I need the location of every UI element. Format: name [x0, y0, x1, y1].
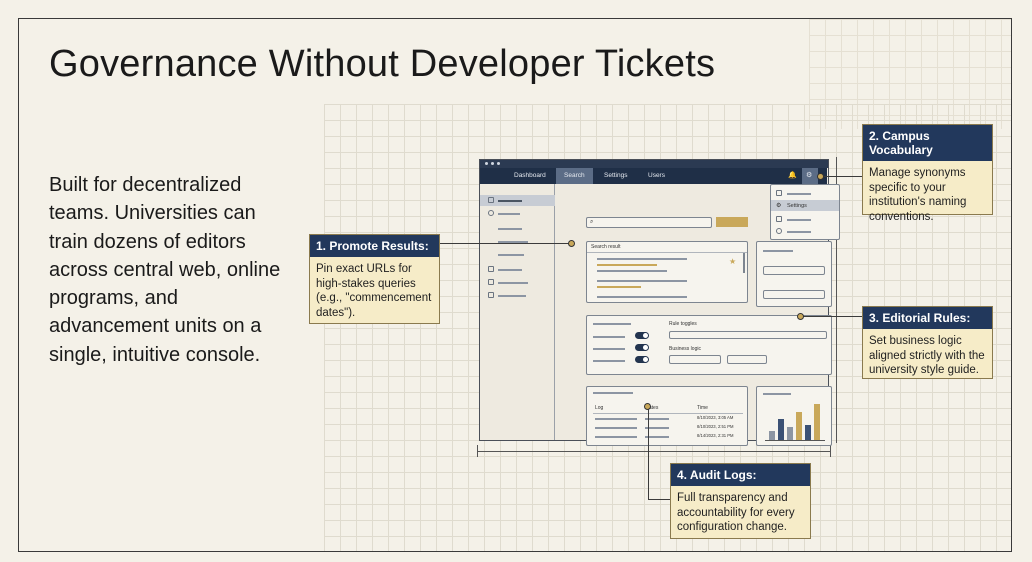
dropdown-item-settings-label: Settings — [787, 203, 807, 209]
side-panel — [756, 241, 832, 307]
gear-icon[interactable]: ⚙ — [802, 168, 818, 184]
connector-line — [648, 499, 670, 500]
audit-log-panel: Log Gates Time 8/10/2023, 3:05 AM 8/10/2… — [586, 386, 748, 446]
sidebar — [480, 184, 555, 440]
bell-icon[interactable]: 🔔 — [788, 171, 797, 179]
dimension-line — [477, 451, 831, 452]
callout-title: 3. Editorial Rules: — [863, 307, 992, 329]
connector-pin — [797, 313, 804, 320]
callout-body: Set business logic aligned strictly with… — [869, 335, 985, 376]
background-grid-corner — [809, 19, 1011, 129]
callout-body: Full transparency and accountability for… — [677, 492, 795, 533]
rule-input[interactable] — [669, 331, 827, 339]
search-result-label: Search result — [591, 244, 621, 250]
settings-dropdown: ⚙ Settings — [770, 184, 840, 240]
chart-bar — [814, 403, 820, 440]
star-icon[interactable]: ★ — [729, 257, 736, 266]
home-icon — [488, 197, 494, 203]
search-icon[interactable] — [488, 210, 494, 216]
connector-pin — [817, 173, 824, 180]
callout-audit-logs: 4. Audit Logs: Full transparency and acc… — [670, 463, 811, 539]
analytics-chart-panel — [756, 386, 832, 446]
callout-title: 4. Audit Logs: — [671, 464, 810, 486]
slide-description: Built for decentralized teams. Universit… — [49, 174, 281, 366]
callout-body: Pin exact URLs for high-stakes queries (… — [316, 263, 432, 319]
rule-toggles-panel: Rule toggles Business logic — [586, 315, 832, 375]
gear-icon: ⚙ — [776, 203, 782, 209]
search-input[interactable]: ⌕ — [586, 217, 712, 228]
slide-title: Governance Without Developer Tickets — [49, 43, 716, 85]
rule-toggle[interactable] — [635, 344, 649, 351]
rule-toggles-label: Rule toggles — [669, 321, 697, 327]
dimension-tick — [477, 445, 478, 457]
slide-frame: Governance Without Developer Tickets Bui… — [18, 18, 1012, 552]
log-header: Time — [697, 405, 708, 411]
rule-toggle[interactable] — [635, 356, 649, 363]
chart-bar — [805, 424, 811, 440]
search-button[interactable] — [716, 217, 748, 227]
window-controls[interactable] — [485, 162, 500, 165]
nav-search[interactable]: Search — [556, 168, 593, 184]
callout-promote-results: 1. Promote Results: Pin exact URLs for h… — [309, 234, 440, 324]
callout-title: 1. Promote Results: — [310, 235, 439, 257]
lock-icon[interactable] — [488, 292, 494, 298]
log-time: 8/14/2023, 2:31 PM — [697, 433, 734, 438]
search-result-panel: Search result ★ — [586, 241, 748, 303]
connector-pin — [644, 403, 651, 410]
callout-campus-vocabulary: 2. Campus Vocabulary Manage synonyms spe… — [862, 124, 993, 223]
log-header: Log — [595, 405, 604, 411]
connector-line — [648, 407, 649, 499]
business-logic-label: Business logic — [669, 346, 701, 352]
folder-icon[interactable] — [488, 266, 494, 272]
chart-bar — [769, 430, 775, 440]
mini-bar-chart — [765, 401, 825, 441]
users-icon — [776, 216, 782, 222]
dimension-tick — [830, 445, 831, 457]
nav-dashboard[interactable]: Dashboard — [514, 172, 546, 179]
scrollbar[interactable] — [743, 253, 745, 273]
user-icon — [776, 228, 782, 234]
connector-line — [439, 243, 572, 244]
business-logic-select[interactable] — [727, 355, 767, 364]
nav-users[interactable]: Users — [648, 172, 665, 179]
chart-bar — [796, 411, 802, 440]
log-time: 8/10/2023, 3:05 AM — [697, 415, 734, 420]
callout-body: Manage synonyms specific to your institu… — [869, 167, 967, 223]
top-nav: Dashboard Search Settings Users 🔔 ⚙ — [480, 168, 827, 184]
callout-editorial-rules: 3. Editorial Rules: Set business logic a… — [862, 306, 993, 379]
connector-pin — [568, 240, 575, 247]
document-icon[interactable] — [488, 279, 494, 285]
callout-title: 2. Campus Vocabulary — [863, 125, 992, 161]
business-logic-select[interactable] — [669, 355, 721, 364]
rule-toggle[interactable] — [635, 332, 649, 339]
document-icon — [776, 190, 782, 196]
console-window: Dashboard Search Settings Users 🔔 ⚙ ⌕ Se… — [479, 159, 840, 446]
chart-bar — [778, 419, 784, 440]
log-time: 8/10/2023, 2:51 PM — [697, 424, 734, 429]
nav-settings[interactable]: Settings — [604, 172, 628, 179]
chart-bar — [787, 426, 793, 440]
window-titlebar — [480, 160, 828, 168]
